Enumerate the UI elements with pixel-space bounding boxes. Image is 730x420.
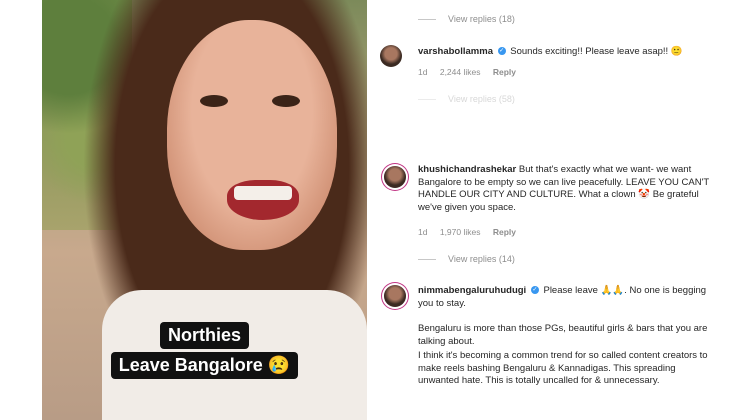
comment-age: 1d <box>418 227 428 237</box>
comment-paragraph-3: I think it's becoming a common trend for… <box>418 350 708 386</box>
verified-badge-icon: ✓ <box>530 286 539 295</box>
like-count[interactable]: 2,244 likes <box>440 67 481 77</box>
reply-button[interactable]: Reply <box>493 67 516 77</box>
teeth <box>234 186 292 200</box>
view-replies-label: View replies (58) <box>448 94 515 104</box>
view-replies-link-top[interactable]: View replies (18) <box>418 14 515 24</box>
sad-face-icon: 😢 <box>267 355 291 375</box>
comment-meta-2: 1d 1,970 likes Reply <box>418 227 526 237</box>
caption-line-2: Leave Bangalore 😢 <box>42 352 367 379</box>
comment-age: 1d <box>418 67 428 77</box>
view-replies-label: View replies (18) <box>448 14 515 24</box>
username[interactable]: khushichandrashekar <box>418 164 516 175</box>
username[interactable]: nimmabengaluruhudugi <box>418 285 526 296</box>
right-eye <box>272 95 300 107</box>
caption-text-1: Northies <box>159 322 249 349</box>
comment-meta-1: 1d 2,244 likes Reply <box>418 67 526 77</box>
caption-text-2: Leave Bangalore 😢 <box>110 352 299 379</box>
comment-varshabollamma: varshabollamma ✓ Sounds exciting!! Pleas… <box>418 46 718 59</box>
left-eye <box>200 95 228 107</box>
avatar-khushichandrashekar[interactable] <box>384 166 406 188</box>
comment-paragraph-2: Bengaluru is more than those PGs, beauti… <box>418 323 708 347</box>
avatar-nimmabengaluruhudugi[interactable] <box>384 285 406 307</box>
reply-divider <box>418 258 436 260</box>
caption-text-2-label: Leave Bangalore <box>118 355 263 375</box>
view-replies-link-2[interactable]: View replies (14) <box>418 254 515 264</box>
verified-badge-icon: ✓ <box>497 47 506 56</box>
username[interactable]: varshabollamma <box>418 46 493 57</box>
like-count[interactable]: 1,970 likes <box>440 227 481 237</box>
comment-khushichandrashekar: khushichandrashekar But that's exactly w… <box>418 164 718 214</box>
comments-panel: View replies (18) varshabollamma ✓ Sound… <box>370 0 730 420</box>
comment-text: Sounds exciting!! Please leave asap!! 🙂 <box>510 46 683 57</box>
avatar-varshabollamma[interactable] <box>380 45 402 67</box>
reply-divider <box>418 18 436 20</box>
view-replies-label: View replies (14) <box>448 254 515 264</box>
reply-divider <box>418 98 436 100</box>
reel-video[interactable]: Northies Leave Bangalore 😢 <box>42 0 367 420</box>
reply-button[interactable]: Reply <box>493 227 516 237</box>
view-replies-link-1[interactable]: View replies (58) <box>418 94 515 104</box>
caption-line-1: Northies <box>42 322 367 349</box>
comment-nimmabengaluruhudugi: nimmabengaluruhudugi ✓ Please leave 🙏🙏. … <box>418 285 718 310</box>
